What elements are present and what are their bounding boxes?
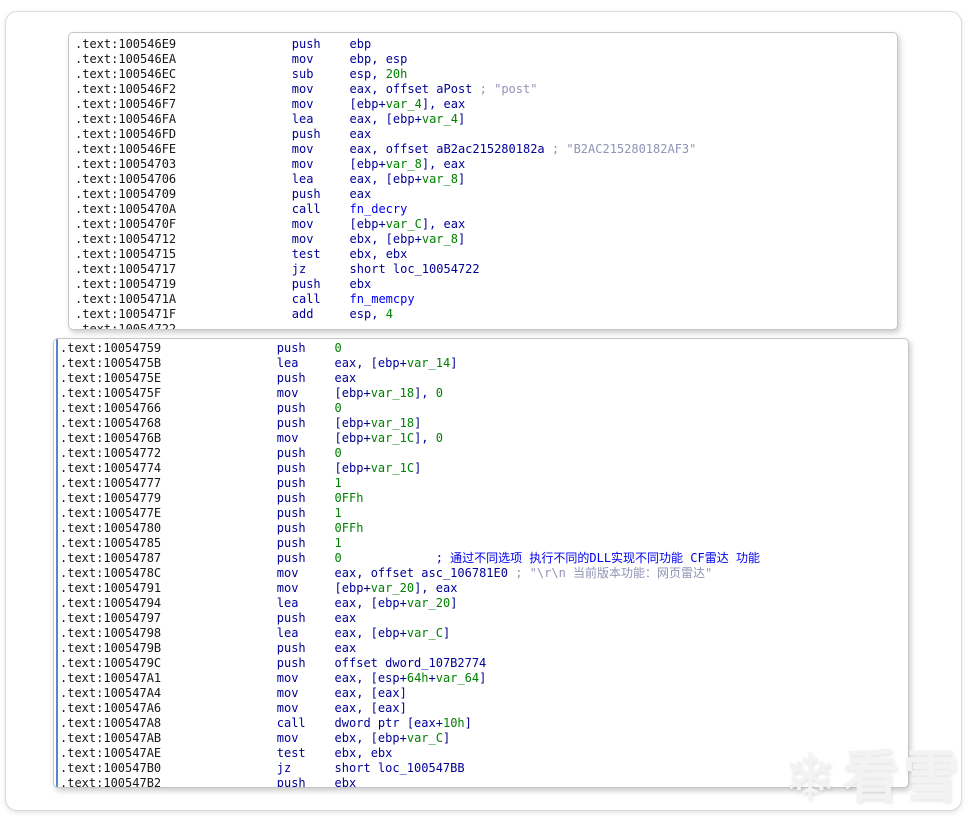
user-comment: ; 通过不同选项 执行不同的DLL实现不同功能 CF雷达 功能 [435,551,760,565]
disasm-line[interactable]: .text:10054768 push [ebp+var_18] [60,416,904,431]
disasm-line[interactable]: .text:10054717 jz short loc_10054722 [75,262,891,277]
disasm-line[interactable]: .text:10054722 [75,322,891,329]
disasm-line[interactable]: .text:1005475E push eax [60,371,904,386]
disasm-line[interactable]: .text:1005470F mov [ebp+var_C], eax [75,217,891,232]
disasm-line[interactable]: .text:100546EA mov ebp, esp [75,52,891,67]
disasm-line[interactable]: .text:1005478C mov eax, offset asc_10678… [60,566,904,581]
disasm-line[interactable]: .text:1005477E push 1 [60,506,904,521]
disasm-line[interactable]: .text:10054779 push 0FFh [60,491,904,506]
disasm-line[interactable]: .text:10054777 push 1 [60,476,904,491]
disasm-line[interactable]: .text:100547A8 call dword ptr [eax+10h] [60,716,904,731]
disasm-line[interactable]: .text:10054719 push ebx [75,277,891,292]
auto-comment: ; "post" [479,82,538,96]
auto-comment: ; "B2AC215280182AF3" [551,142,697,156]
disasm-line[interactable]: .text:10054712 mov ebx, [ebp+var_8] [75,232,891,247]
disasm-line[interactable]: .text:10054780 push 0FFh [60,521,904,536]
auto-comment: ; "\r\n 当前版本功能：网页雷达" [515,566,713,580]
disasm-line[interactable]: .text:1005476B mov [ebp+var_1C], 0 [60,431,904,446]
disasm-line[interactable]: .text:10054794 lea eax, [ebp+var_20] [60,596,904,611]
screenshot-stage: .text:100546E9 push ebp .text:100546EA mo… [0,0,969,822]
disasm-line[interactable]: .text:100547B2 push ebx [60,776,904,787]
disasm-line[interactable]: .text:10054797 push eax [60,611,904,626]
disasm-line[interactable]: .text:1005470A call fn_decry [75,202,891,217]
disasm-line[interactable]: .text:100547AB mov ebx, [ebp+var_C] [60,731,904,746]
disasm-line[interactable]: .text:10054791 mov [ebp+var_20], eax [60,581,904,596]
disasm-line[interactable]: .text:1005471A call fn_memcpy [75,292,891,307]
disasm-line[interactable]: .text:1005479B push eax [60,641,904,656]
disasm-line[interactable]: .text:10054772 push 0 [60,446,904,461]
disasm-line[interactable]: .text:10054703 mov [ebp+var_8], eax [75,157,891,172]
disasm-line[interactable]: .text:10054798 lea eax, [ebp+var_C] [60,626,904,641]
disasm-line[interactable]: .text:1005479C push offset dword_107B277… [60,656,904,671]
disasm-line[interactable]: .text:100547A6 mov eax, [eax] [60,701,904,716]
disassembly-panel-bottom[interactable]: .text:10054759 push 0 .text:1005475B lea … [53,338,909,788]
disasm-line[interactable]: .text:10054709 push eax [75,187,891,202]
disasm-line[interactable]: .text:10054706 lea eax, [ebp+var_8] [75,172,891,187]
disassembly-code-bottom: .text:10054759 push 0 .text:1005475B lea … [56,339,908,787]
disasm-line[interactable]: .text:100547A1 mov eax, [esp+64h+var_64] [60,671,904,686]
disassembly-code-top: .text:100546E9 push ebp .text:100546EA mo… [75,37,891,329]
disasm-line[interactable]: .text:100546FE mov eax, offset aB2ac2152… [75,142,891,157]
disasm-line[interactable]: .text:100546FA lea eax, [ebp+var_4] [75,112,891,127]
disasm-line[interactable]: .text:10054715 test ebx, ebx [75,247,891,262]
disasm-line[interactable]: .text:10054785 push 1 [60,536,904,551]
disassembly-panel-top[interactable]: .text:100546E9 push ebp .text:100546EA mo… [68,32,898,330]
disasm-line[interactable]: .text:100546EC sub esp, 20h [75,67,891,82]
disasm-line[interactable]: .text:100546E9 push ebp [75,37,891,52]
disasm-line[interactable]: .text:10054766 push 0 [60,401,904,416]
disasm-line[interactable]: .text:100547A4 mov eax, [eax] [60,686,904,701]
disasm-line[interactable]: .text:10054759 push 0 [60,341,904,356]
disasm-line[interactable]: .text:100547AE test ebx, ebx [60,746,904,761]
disasm-line[interactable]: .text:100546FD push eax [75,127,891,142]
disasm-line[interactable]: .text:1005475F mov [ebp+var_18], 0 [60,386,904,401]
disasm-line[interactable]: .text:10054774 push [ebp+var_1C] [60,461,904,476]
disasm-line[interactable]: .text:10054787 push 0 ; 通过不同选项 执行不同的DLL实… [60,551,904,566]
disasm-line[interactable]: .text:100547B0 jz short loc_100547BB [60,761,904,776]
disasm-line[interactable]: .text:100546F2 mov eax, offset aPost ; "… [75,82,891,97]
disasm-line[interactable]: .text:1005471F add esp, 4 [75,307,891,322]
disasm-line[interactable]: .text:1005475B lea eax, [ebp+var_14] [60,356,904,371]
disasm-line[interactable]: .text:100546F7 mov [ebp+var_4], eax [75,97,891,112]
